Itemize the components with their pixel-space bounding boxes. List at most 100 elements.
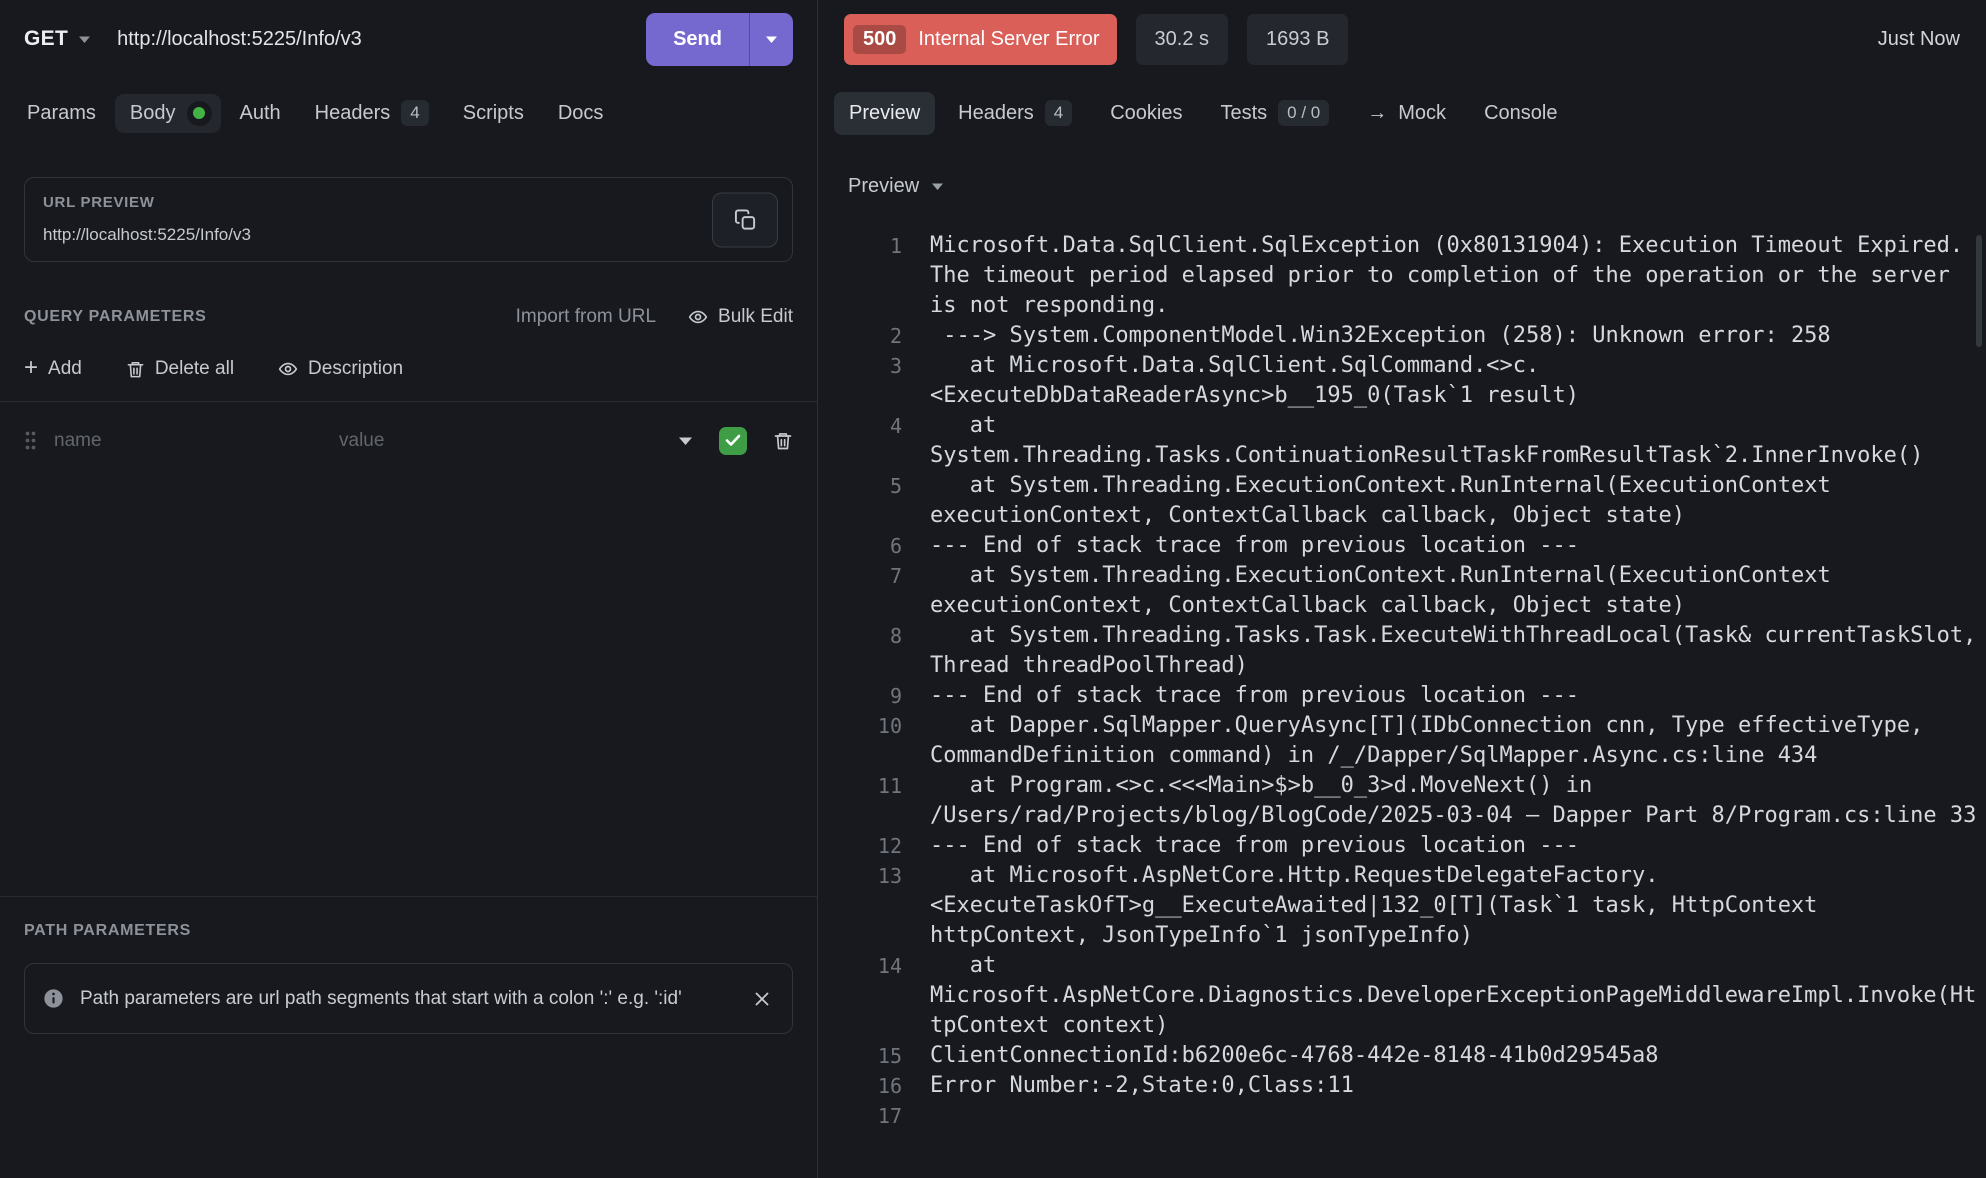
path-parameters-info-banner: Path parameters are url path segments th… xyxy=(24,963,793,1034)
param-options-dropdown[interactable] xyxy=(678,436,693,446)
tab-auth-label: Auth xyxy=(240,102,281,125)
status-text: Internal Server Error xyxy=(918,28,1099,51)
method-select[interactable]: GET xyxy=(24,27,91,51)
code-line: 4 at System.Threading.Tasks.Continuation… xyxy=(818,411,1986,471)
tab-mock[interactable]: → Mock xyxy=(1352,92,1461,135)
check-icon xyxy=(725,434,741,447)
code-line: 10 at Dapper.SqlMapper.QueryAsync[T](IDb… xyxy=(818,711,1986,771)
plus-icon: + xyxy=(24,356,38,380)
delete-param-button[interactable] xyxy=(773,431,793,451)
line-text: at System.Threading.Tasks.ContinuationRe… xyxy=(930,411,1983,471)
tab-auth[interactable]: Auth xyxy=(225,92,296,135)
query-parameters-header: QUERY PARAMETERS Import from URL Bulk Ed… xyxy=(0,306,817,328)
line-number: 1 xyxy=(818,231,902,261)
line-text: ---> System.ComponentModel.Win32Exceptio… xyxy=(930,321,1983,351)
line-text: at System.Threading.ExecutionContext.Run… xyxy=(930,561,1983,621)
response-headers-count-badge: 4 xyxy=(1045,100,1072,126)
toggle-description-button[interactable]: Description xyxy=(278,358,403,380)
line-number: 10 xyxy=(818,711,902,741)
line-number: 14 xyxy=(818,951,902,981)
line-text: at Dapper.SqlMapper.QueryAsync[T](IDbCon… xyxy=(930,711,1983,771)
line-text: at System.Threading.ExecutionContext.Run… xyxy=(930,471,1983,531)
line-text: --- End of stack trace from previous loc… xyxy=(930,681,1983,711)
code-line: 13 at Microsoft.AspNetCore.Http.RequestD… xyxy=(818,861,1986,951)
bulk-edit-toggle[interactable]: Bulk Edit xyxy=(688,306,793,328)
preview-mode-select[interactable]: Preview xyxy=(848,175,944,198)
request-url-bar: GET http://localhost:5225/Info/v3 Send xyxy=(0,0,817,78)
tab-response-headers[interactable]: Headers 4 xyxy=(943,90,1087,136)
eye-icon xyxy=(278,359,298,379)
chevron-down-icon xyxy=(765,35,778,44)
param-name-input[interactable] xyxy=(54,430,339,452)
rest-client-app: GET http://localhost:5225/Info/v3 Send P… xyxy=(0,0,1986,1178)
bulk-edit-label: Bulk Edit xyxy=(718,306,793,328)
send-button[interactable]: Send xyxy=(646,13,793,66)
code-line: 7 at System.Threading.ExecutionContext.R… xyxy=(818,561,1986,621)
line-text xyxy=(930,1101,1983,1131)
headers-count-badge: 4 xyxy=(401,100,428,126)
line-text: --- End of stack trace from previous loc… xyxy=(930,531,1983,561)
param-row-controls xyxy=(678,427,793,455)
line-number: 9 xyxy=(818,681,902,711)
url-input[interactable]: http://localhost:5225/Info/v3 xyxy=(117,28,634,51)
send-label[interactable]: Send xyxy=(646,13,749,66)
tab-cookies[interactable]: Cookies xyxy=(1095,92,1197,135)
duration-badge: 30.2 s xyxy=(1136,14,1228,65)
trash-icon xyxy=(126,360,145,379)
param-enabled-checkbox[interactable] xyxy=(719,427,747,455)
tests-count-badge: 0 / 0 xyxy=(1278,100,1329,126)
path-parameters-section: PATH PARAMETERS Path parameters are url … xyxy=(0,896,817,1178)
code-line: 2 ---> System.ComponentModel.Win32Except… xyxy=(818,321,1986,351)
tab-body-label: Body xyxy=(130,102,176,125)
green-dot-icon xyxy=(193,107,205,119)
line-number: 4 xyxy=(818,411,902,441)
code-line: 15ClientConnectionId:b6200e6c-4768-442e-… xyxy=(818,1041,1986,1071)
code-line: 14 at Microsoft.AspNetCore.Diagnostics.D… xyxy=(818,951,1986,1041)
import-from-url-button[interactable]: Import from URL xyxy=(516,306,656,328)
copy-url-button[interactable] xyxy=(712,192,778,247)
query-parameters-actions: Import from URL Bulk Edit xyxy=(516,306,793,328)
body-set-indicator xyxy=(187,101,212,126)
response-timestamp[interactable]: Just Now xyxy=(1878,28,1960,51)
scrollbar-thumb[interactable] xyxy=(1976,235,1982,347)
path-parameters-title: PATH PARAMETERS xyxy=(24,922,793,940)
tab-headers[interactable]: Headers 4 xyxy=(300,90,444,136)
param-value-input[interactable] xyxy=(339,430,666,452)
status-code: 500 xyxy=(853,25,906,54)
add-param-button[interactable]: + Add xyxy=(24,358,82,380)
line-text: Error Number:-2,State:0,Class:11 xyxy=(930,1071,1983,1101)
query-parameters-title: QUERY PARAMETERS xyxy=(24,308,206,326)
line-text: --- End of stack trace from previous loc… xyxy=(930,831,1983,861)
tab-docs[interactable]: Docs xyxy=(543,92,619,135)
send-options-button[interactable] xyxy=(750,13,793,66)
line-number: 17 xyxy=(818,1101,902,1131)
line-number: 13 xyxy=(818,861,902,891)
response-body[interactable]: 1Microsoft.Data.SqlClient.SqlException (… xyxy=(818,231,1986,1178)
trash-icon xyxy=(773,431,793,451)
path-parameters-info-text: Path parameters are url path segments th… xyxy=(80,983,682,1014)
request-pane: GET http://localhost:5225/Info/v3 Send P… xyxy=(0,0,818,1178)
code-line: 6--- End of stack trace from previous lo… xyxy=(818,531,1986,561)
empty-space xyxy=(0,479,817,896)
tab-params[interactable]: Params xyxy=(12,92,111,135)
line-text: at Program.​<>c.​<​<​<Main>$>b__0_3>d.Mo… xyxy=(930,771,1983,831)
tab-tests[interactable]: Tests 0 / 0 xyxy=(1205,90,1344,136)
line-text: at Microsoft.Data.SqlClient.SqlCommand.​… xyxy=(930,351,1983,411)
eye-icon xyxy=(688,307,708,327)
tab-scripts[interactable]: Scripts xyxy=(448,92,539,135)
response-status-bar: 500 Internal Server Error 30.2 s 1693 B … xyxy=(818,0,1986,78)
tab-preview[interactable]: Preview xyxy=(834,92,935,135)
line-number: 2 xyxy=(818,321,902,351)
close-icon[interactable] xyxy=(750,987,774,1011)
code-line: 17 xyxy=(818,1101,1986,1131)
code-line: 3 at Microsoft.Data.SqlClient.SqlCommand… xyxy=(818,351,1986,411)
tab-body[interactable]: Body xyxy=(115,94,221,133)
param-row xyxy=(0,402,817,479)
tab-console[interactable]: Console xyxy=(1469,92,1572,135)
tab-headers-label: Headers xyxy=(315,102,391,125)
delete-all-button[interactable]: Delete all xyxy=(126,358,234,380)
response-tabs: Preview Headers 4 Cookies Tests 0 / 0 → … xyxy=(818,78,1986,148)
drag-handle-icon[interactable] xyxy=(24,430,37,451)
add-label: Add xyxy=(48,358,82,380)
line-number: 16 xyxy=(818,1071,902,1101)
